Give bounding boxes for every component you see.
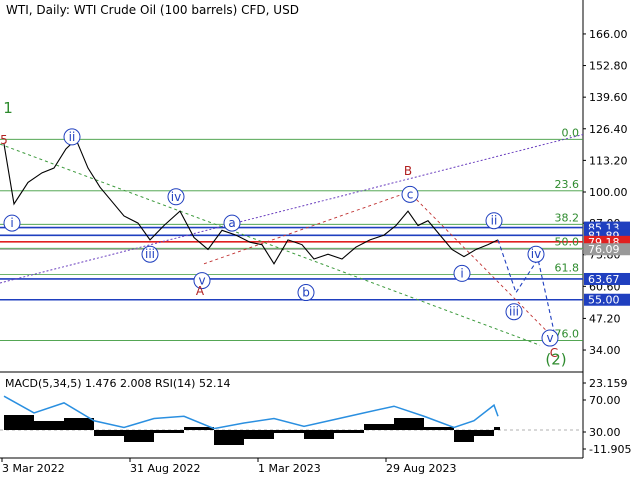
macd-histogram-bar: [124, 430, 154, 442]
wave-label-green: (2): [545, 350, 566, 368]
price-tick-label: 139.60: [589, 91, 628, 104]
wave-label-blue: i: [10, 216, 13, 230]
indicator-label: MACD(5,34,5) 1.476 2.008 RSI(14) 52.14: [5, 377, 231, 390]
macd-histogram-bar: [34, 421, 64, 430]
time-tick-label: 31 Aug 2022: [130, 462, 200, 475]
macd-tick-label: 30.00: [589, 426, 621, 439]
price-tick-label: 166.00: [589, 28, 628, 41]
time-tick-label: 3 Mar 2022: [2, 462, 65, 475]
wave-label-blue: i: [460, 266, 463, 280]
macd-histogram-bar: [364, 424, 394, 430]
wave-label-blue: iv: [531, 247, 541, 261]
abc-correction-line: [203, 191, 557, 341]
fib-label: 50.0: [555, 235, 580, 248]
macd-histogram-bar: [274, 430, 304, 433]
wave-label-blue: iv: [171, 190, 181, 204]
macd-tick-label: 23.159: [589, 377, 628, 390]
macd-histogram-bar: [334, 430, 364, 433]
wave-label-green: 1: [3, 99, 13, 117]
macd-histogram-bar: [94, 430, 124, 436]
wave-label-blue: ii: [491, 214, 498, 228]
macd-histogram-bar: [214, 430, 244, 445]
price-chart: 0.023.638.250.061.876.0 iiiiiiivvabciiii…: [0, 0, 631, 475]
level-price-label: 63.67: [588, 273, 620, 286]
time-axis: 3 Mar 2022 31 Aug 2022 1 Mar 2023 29 Aug 20…: [1, 458, 456, 475]
price-axis: 166.00152.80139.60126.40113.20100.0087.0…: [583, 28, 628, 357]
time-tick-label: 1 Mar 2023: [258, 462, 321, 475]
wave-label-red: 5: [0, 133, 8, 147]
fib-label: 61.8: [555, 262, 580, 275]
price-tick-label: 126.40: [589, 123, 628, 136]
wave-label-blue: c: [407, 187, 414, 201]
chart-title: WTI, Daily: WTI Crude Oil (100 barrels) …: [6, 3, 299, 17]
macd-histogram-bar: [454, 430, 474, 442]
macd-histogram-bar: [4, 415, 34, 430]
price-series: [3, 138, 499, 265]
macd-histogram-bar: [304, 430, 334, 439]
wave-label-blue: iii: [509, 305, 519, 319]
macd-histogram-bar: [474, 430, 494, 436]
fib-label: 23.6: [555, 178, 580, 191]
level-price-label: 76.09: [588, 243, 620, 256]
wave-label-red: B: [404, 164, 412, 178]
macd-histogram-bar: [394, 418, 424, 430]
level-price-boxes: 85.1381.8979.1876.0963.6755.00: [584, 221, 630, 307]
lower-channel-line: [0, 143, 541, 346]
fib-label: 38.2: [555, 211, 580, 224]
upper-channel-line: [0, 134, 584, 284]
price-tick-label: 47.20: [589, 312, 621, 325]
wave-label-blue: b: [302, 286, 310, 300]
wave-label-red: A: [196, 284, 205, 298]
horizontal-levels: [0, 226, 583, 301]
wave-label-blue: ii: [69, 130, 76, 144]
macd-histogram-bar: [424, 427, 454, 430]
macd-histogram-bar: [154, 430, 184, 433]
price-tick-label: 34.00: [589, 344, 621, 357]
macd-tick-label: -11.905: [589, 443, 631, 456]
macd-histogram-bar: [244, 430, 274, 439]
price-tick-label: 152.80: [589, 60, 628, 73]
macd-tick-label: 70.00: [589, 394, 621, 407]
wave-label-blue: v: [546, 331, 553, 345]
macd-histogram-bar: [494, 427, 500, 430]
price-line: [3, 138, 499, 265]
wave-label-blue: iii: [145, 247, 155, 261]
level-price-label: 55.00: [588, 294, 620, 307]
time-tick-label: 29 Aug 2023: [386, 462, 456, 475]
wave-label-blue: a: [228, 216, 235, 230]
price-tick-label: 113.20: [589, 154, 628, 167]
price-tick-label: 100.00: [589, 186, 628, 199]
macd-histogram-bar: [64, 418, 94, 430]
